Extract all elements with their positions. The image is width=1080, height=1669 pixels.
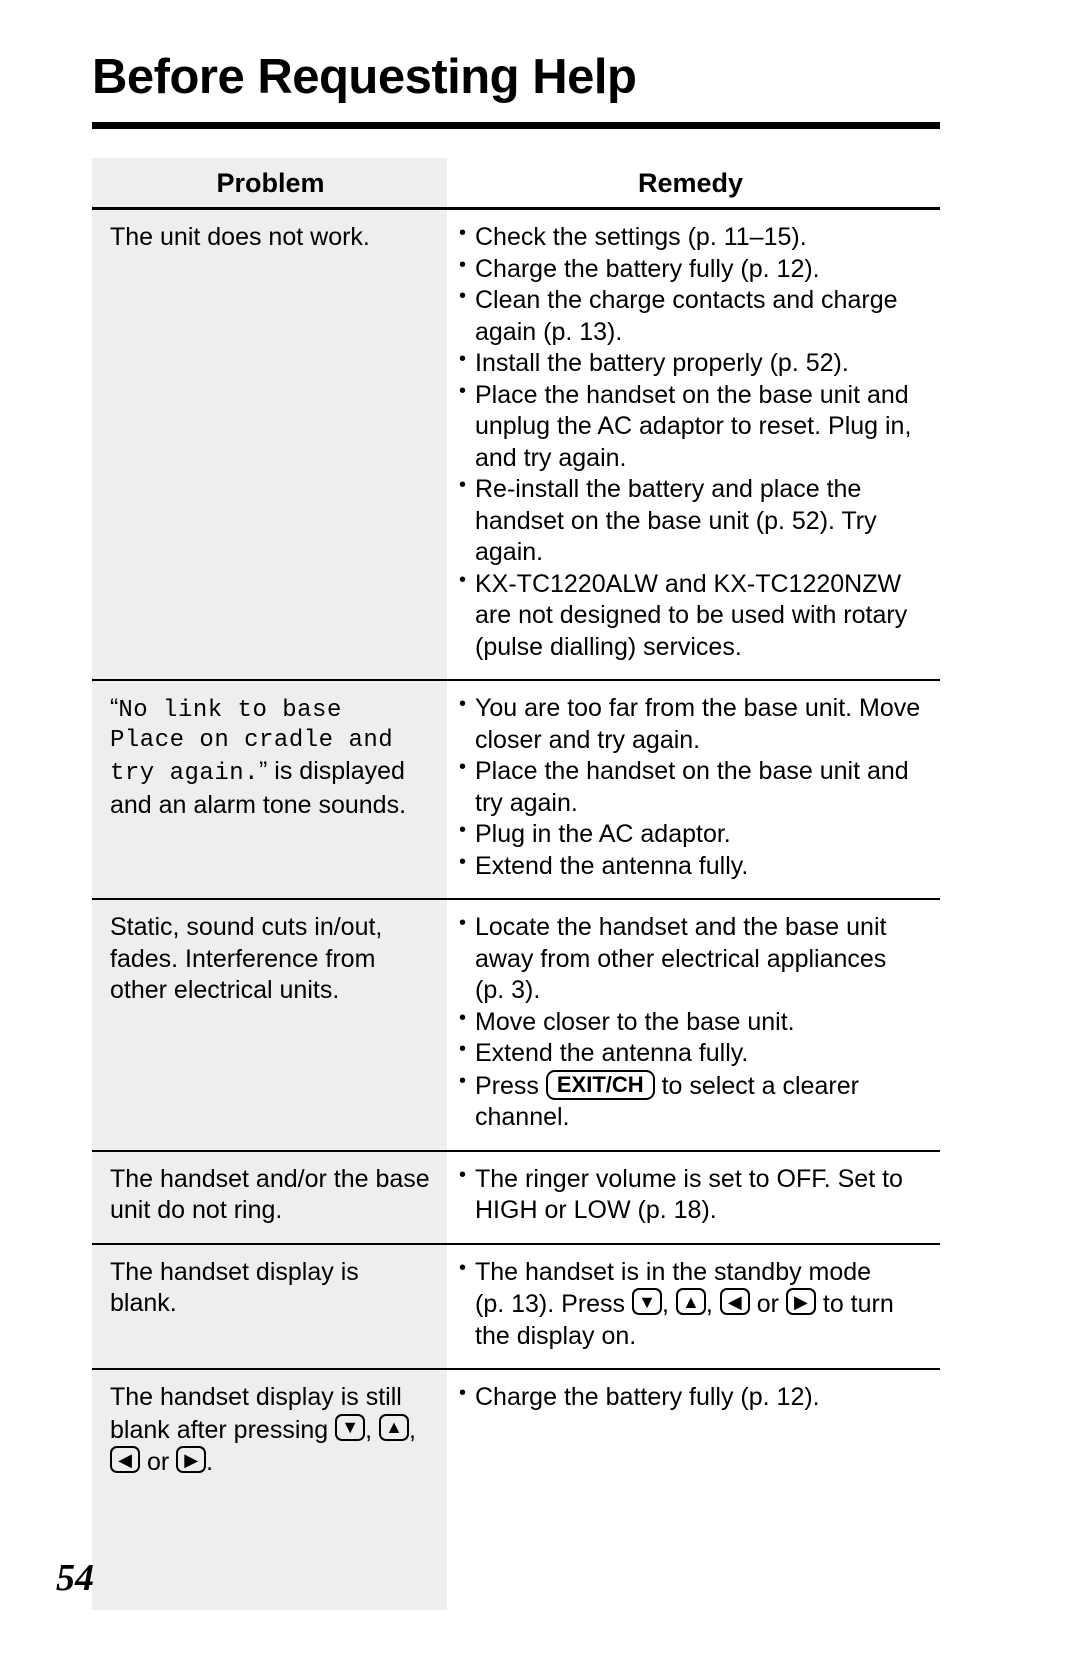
remedy-cell: Locate the handset and the base unit awa…	[447, 900, 940, 1150]
problem-text: The handset and/or the base	[110, 1164, 430, 1193]
remedy-item-cont: away from other electrical appliances	[475, 944, 887, 973]
remedy-cell: The ringer volume is set to OFF. Set to …	[447, 1151, 940, 1243]
remedy-cell: Charge the battery fully (p. 12).	[447, 1370, 940, 1610]
remedy-item: Install the battery properly (p. 52).	[459, 347, 934, 380]
remedy-item-cont: the display on.	[475, 1321, 637, 1350]
table-row: The handset display is blank. The handse…	[92, 1244, 940, 1368]
remedy-item-cont: handset on the base unit (p. 52). Try	[475, 506, 877, 535]
arrow-right-key-icon[interactable]: ▶	[785, 1288, 816, 1315]
display-text: Place on cradle and	[110, 727, 394, 755]
problem-text: The handset display is	[110, 1257, 359, 1286]
problem-cell: The handset and/or the base unit do not …	[92, 1151, 447, 1243]
display-message-line: try again.” is displayed	[110, 756, 431, 789]
problem-text: blank.	[110, 1289, 177, 1317]
display-text: try again.	[110, 760, 260, 788]
remedy-item: Locate the handset and the base unit	[459, 911, 934, 944]
arrow-up-key-icon[interactable]: ▲	[379, 1413, 410, 1441]
remedy-item: Plug in the AC adaptor.	[459, 818, 934, 851]
remedy-item: You are too far from the base unit. Move	[459, 692, 934, 725]
remedy-item: Check the settings (p. 11–15).	[459, 221, 934, 254]
display-message-line: “No link to base	[110, 693, 431, 726]
sep: ,	[365, 1415, 380, 1444]
table-row: The handset display is still blank after…	[92, 1370, 940, 1610]
press-suffix: to select a clearer	[654, 1071, 859, 1100]
remedy-item-with-arrow-keys: (p. 13). Press ▼, ▲, ◀ or ▶ to turn	[459, 1288, 934, 1321]
display-text: No link to base	[118, 697, 342, 724]
arrow-down-key-icon[interactable]: ▼	[632, 1288, 662, 1315]
page-title: Before Requesting Help	[92, 50, 637, 104]
page-number: 54	[56, 1557, 94, 1599]
problem-text: Static, sound cuts in/out,	[110, 913, 383, 941]
press-label: Press	[475, 1071, 546, 1100]
remedy-item: Charge the battery fully (p. 12).	[459, 1381, 934, 1414]
table-row: The unit does not work. Check the settin…	[92, 210, 940, 679]
problem-cell: The handset display is blank.	[92, 1244, 447, 1368]
sep: ,	[662, 1290, 676, 1318]
table-row: Static, sound cuts in/out, fades. Interf…	[92, 900, 940, 1150]
remedy-cell: You are too far from the base unit. Move…	[447, 681, 940, 898]
remedy-cell: Check the settings (p. 11–15). Charge th…	[447, 210, 940, 679]
remedy-item-with-key: Press EXIT/CH to select a clearer	[459, 1069, 934, 1103]
sep: or	[749, 1290, 786, 1318]
problem-trailing: is displayed	[267, 757, 405, 786]
problem-text: unit do not ring.	[110, 1196, 283, 1224]
remedy-item: Re-install the battery and place the	[459, 473, 934, 506]
arrow-left-key-icon[interactable]: ◀	[110, 1446, 140, 1473]
arrow-left-key-icon[interactable]: ◀	[719, 1288, 750, 1315]
remedy-item-cont: unplug the AC adaptor to reset. Plug in,	[475, 412, 912, 440]
press-suffix: to turn	[815, 1290, 894, 1318]
remedy-item: Extend the antenna fully.	[459, 850, 934, 883]
remedy-item: Move closer to the base unit.	[459, 1006, 934, 1039]
remedy-item: Charge the battery fully (p. 12).	[459, 253, 934, 286]
problem-cell: The handset display is still blank after…	[92, 1370, 447, 1610]
remedy-item: KX-TC1220ALW and KX-TC1220NZW	[459, 568, 934, 601]
arrow-down-key-icon[interactable]: ▼	[335, 1413, 366, 1441]
press-label: (p. 13). Press	[475, 1290, 632, 1318]
sep: ,	[409, 1415, 416, 1444]
problem-text-with-arrow-keys: ◀ or ▶.	[110, 1446, 431, 1479]
problem-text: other electrical units.	[110, 976, 340, 1004]
sep: or	[140, 1448, 177, 1476]
remedy-item-cont: HIGH or LOW (p. 18).	[475, 1196, 717, 1224]
arrow-up-key-icon[interactable]: ▲	[675, 1288, 706, 1315]
problem-cell: The unit does not work.	[92, 210, 447, 679]
problem-cell: Static, sound cuts in/out, fades. Interf…	[92, 900, 447, 1150]
column-header-remedy: Remedy	[447, 158, 940, 207]
table-row: The handset and/or the base unit do not …	[92, 1151, 940, 1243]
remedy-item: Clean the charge contacts and charge	[459, 284, 934, 317]
table-row: “No link to base Place on cradle and try…	[92, 681, 940, 898]
remedy-item-cont: are not designed to be used with rotary	[475, 601, 908, 629]
remedy-item-cont: try again.	[475, 788, 578, 817]
remedy-item-cont: closer and try again.	[475, 725, 701, 754]
problem-text: fades. Interference from	[110, 944, 376, 973]
title-divider	[92, 122, 940, 129]
pressing-label: blank after pressing	[110, 1415, 336, 1444]
remedy-item-cont: channel.	[475, 1103, 570, 1131]
sep: ,	[705, 1290, 720, 1318]
manual-page: Before Requesting Help Problem Remedy Th…	[0, 0, 1080, 1669]
remedy-item-cont: (p. 3).	[475, 976, 541, 1004]
sep: .	[206, 1448, 214, 1476]
arrow-right-key-icon[interactable]: ▶	[176, 1446, 207, 1473]
column-header-problem: Problem	[92, 158, 447, 207]
problem-text: and an alarm tone sounds.	[110, 790, 407, 819]
table-header-row: Problem Remedy	[92, 158, 940, 207]
remedy-item: Extend the antenna fully.	[459, 1037, 934, 1070]
problem-text: The unit does not work.	[110, 223, 370, 251]
problem-text-with-arrow-keys: blank after pressing ▼, ▲,	[110, 1413, 431, 1447]
remedy-item: The handset is in the standby mode	[459, 1256, 934, 1289]
remedy-item: The ringer volume is set to OFF. Set to	[459, 1163, 934, 1196]
remedy-item-cont: (pulse dialling) services.	[475, 632, 742, 661]
remedy-item: Place the handset on the base unit and	[459, 755, 934, 788]
remedy-item-cont: again (p. 13).	[475, 317, 623, 346]
problem-text: The handset display is still	[110, 1383, 402, 1411]
troubleshooting-table: Problem Remedy The unit does not work. C…	[92, 158, 940, 1610]
exit-ch-key-icon[interactable]: EXIT/CH	[545, 1069, 655, 1101]
remedy-cell: The handset is in the standby mode (p. 1…	[447, 1244, 940, 1368]
problem-cell: “No link to base Place on cradle and try…	[92, 681, 447, 898]
remedy-item-cont: again.	[475, 538, 544, 566]
remedy-item: Place the handset on the base unit and	[459, 379, 934, 412]
remedy-item-cont: and try again.	[475, 443, 627, 472]
